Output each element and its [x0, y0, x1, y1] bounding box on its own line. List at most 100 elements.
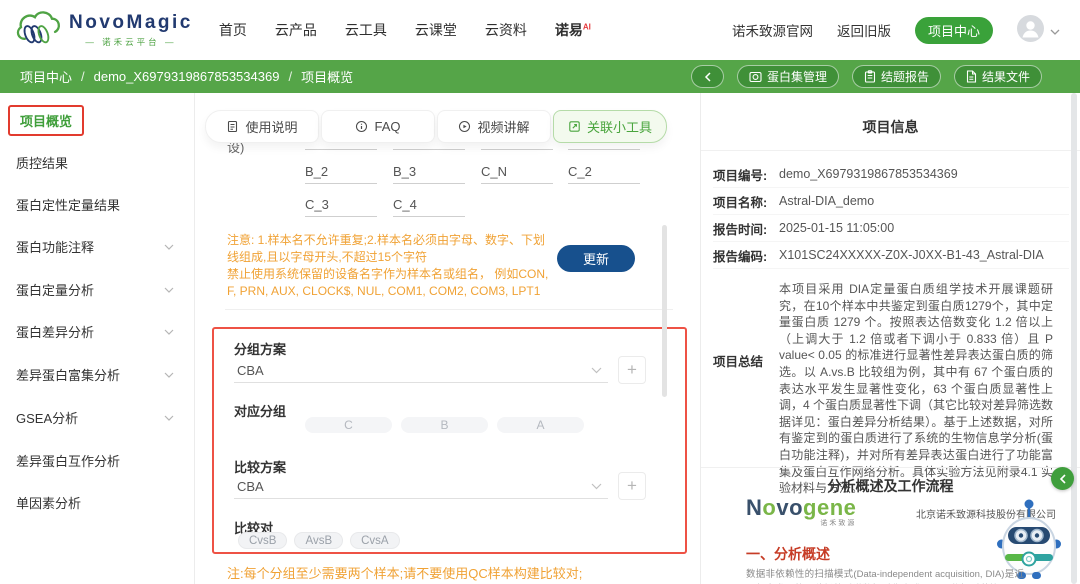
sidebar-item-project-overview[interactable]: 项目概览	[8, 105, 85, 136]
tab-video-tutorial[interactable]: 视频讲解	[437, 110, 551, 143]
sidebar-item-protein-diff-analysis[interactable]: 蛋白差异分析	[16, 322, 174, 341]
field-value: demo_X6979319867853534369	[779, 167, 958, 181]
breadcrumb-project-center[interactable]: 项目中心	[20, 67, 72, 86]
sample-name-input[interactable]: C_3	[305, 197, 377, 217]
final-report-button[interactable]: 结题报告	[851, 65, 941, 88]
tab-usage-guide[interactable]: 使用说明	[205, 110, 319, 143]
novogene-wordmark: Novogene	[746, 497, 856, 519]
divider	[701, 150, 1080, 151]
add-compare-scheme-button[interactable]: +	[618, 472, 646, 500]
field-label: 项目编号:	[713, 168, 768, 183]
project-info-title: 项目信息	[862, 119, 919, 135]
protein-set-manage-button[interactable]: 蛋白集管理	[736, 65, 839, 88]
sidebar-item-single-factor-analysis[interactable]: 单因素分析	[16, 493, 174, 512]
compare-scheme-select[interactable]: CBA	[234, 475, 608, 499]
brand-name: NovoMagic	[69, 12, 193, 33]
header-right: 诺禾致源官网 返回旧版 项目中心	[732, 15, 1080, 45]
group-scheme-label: 分组方案	[234, 342, 287, 357]
sidebar-item-label: 蛋白定性定量结果	[16, 198, 121, 213]
sample-name-input[interactable]: C_N	[481, 164, 553, 184]
tab-faq[interactable]: FAQ	[321, 110, 435, 143]
compare-pair-chip[interactable]: AvsB	[294, 532, 344, 549]
breadcrumb-separator: /	[288, 69, 293, 84]
nav-nuoyi-label: 诺易	[554, 22, 583, 38]
logo-text: NovoMagic — 诺禾云平台 —	[69, 12, 193, 48]
sidebar-item-protein-qual-quant[interactable]: 蛋白定性定量结果	[16, 195, 174, 214]
novomagic-app: NovoMagic — 诺禾云平台 — 首页 云产品 云工具 云课堂 云资料 诺…	[0, 0, 1080, 584]
chevron-down-icon	[591, 367, 602, 374]
avatar[interactable]	[1017, 15, 1044, 45]
breadcrumb-bar: 项目中心 / demo_X6979319867853534369 / 项目概览 …	[0, 60, 1080, 93]
add-group-scheme-button[interactable]: +	[618, 356, 646, 384]
logo-letter: N	[746, 495, 763, 520]
sidebar-item-protein-quant-analysis[interactable]: 蛋白定量分析	[16, 280, 174, 299]
nav-nuoyi-ai[interactable]: 诺易AI	[555, 20, 591, 40]
project-summary-label: 项目总结	[713, 355, 764, 369]
document-icon	[226, 120, 239, 133]
group-scheme-select[interactable]: CBA	[234, 359, 608, 383]
project-summary-text: 本项目采用 DIA定量蛋白质组学技术开展课题研究，在10个样本中共鉴定到蛋白质1…	[779, 282, 1054, 496]
protein-set-icon	[749, 71, 762, 83]
sidebar-item-qc-results[interactable]: 质控结果	[16, 153, 174, 172]
nav-cloud-resources[interactable]: 云资料	[485, 20, 527, 40]
novogene-chinese-name: 诺禾致源	[820, 520, 857, 527]
tab-related-tools[interactable]: 关联小工具	[553, 110, 667, 143]
project-info-panel: 项目信息 项目编号: demo_X6979319867853534369 项目名…	[700, 93, 1080, 584]
group-chips: C B A	[305, 417, 584, 433]
sample-name-input[interactable]: B_2	[305, 164, 377, 184]
sidebar-item-gsea-analysis[interactable]: GSEA分析	[16, 408, 174, 427]
nav-cloud-products[interactable]: 云产品	[275, 20, 317, 40]
sample-name-input[interactable]: C_4	[393, 197, 465, 217]
update-button[interactable]: 更新	[557, 245, 635, 272]
sidebar-item-label: 差异蛋白互作分析	[16, 454, 121, 469]
field-value: X101SC24XXXXX-Z0X-J0XX-B1-43_Astral-DIA	[779, 248, 1044, 262]
sidebar-item-label: 单因素分析	[16, 496, 82, 511]
nav-home[interactable]: 首页	[219, 20, 247, 40]
novogene-logo: Novogene 诺禾致源	[746, 497, 857, 528]
panel-collapse-button[interactable]	[1051, 467, 1074, 490]
project-id-row: 项目编号: demo_X6979319867853534369	[713, 161, 1069, 188]
logo-letter: gene	[803, 495, 857, 520]
official-site-link[interactable]: 诺禾致源官网	[732, 20, 813, 40]
sample-name-input[interactable]: B_3	[393, 164, 465, 184]
logo-letter: vo	[776, 495, 804, 520]
breadcrumb-project-id[interactable]: demo_X6979319867853534369	[94, 69, 280, 84]
sample-name-input[interactable]: C_2	[568, 164, 640, 184]
brand-tagline: — 诺禾云平台 —	[85, 37, 177, 47]
breadcrumb: 项目中心 / demo_X6979319867853534369 / 项目概览	[20, 67, 353, 86]
collapse-back-button[interactable]	[690, 65, 724, 88]
compare-pair-chip[interactable]: CvsB	[238, 532, 288, 549]
breadcrumb-separator: /	[81, 69, 85, 84]
chevron-down-icon	[591, 483, 602, 490]
compare-pair-chip[interactable]: CvsA	[350, 532, 400, 549]
nav-cloud-tools[interactable]: 云工具	[345, 20, 387, 40]
grouping-form-highlight-box: 分组方案 CBA + 对应分组 C B A 比较方案 CBA + 比较对 Cvs…	[212, 327, 687, 554]
novomagic-logo[interactable]: NovoMagic — 诺禾云平台 —	[14, 8, 193, 53]
info-circle-icon	[355, 120, 368, 133]
tab-label: 关联小工具	[586, 120, 652, 135]
analysis-overview-heading: 一、分析概述	[746, 546, 830, 562]
widget-link-icon	[568, 120, 581, 133]
field-value: Astral-DIA_demo	[779, 194, 875, 208]
nav-cloud-classroom[interactable]: 云课堂	[415, 20, 457, 40]
group-chip[interactable]: A	[497, 417, 584, 433]
sidebar-item-diff-protein-enrichment[interactable]: 差异蛋白富集分析	[16, 365, 174, 384]
user-menu[interactable]	[1017, 15, 1060, 45]
project-name-row: 项目名称: Astral-DIA_demo	[713, 188, 1069, 215]
group-chip[interactable]: B	[401, 417, 488, 433]
group-chip[interactable]: C	[305, 417, 392, 433]
sidebar-item-protein-function-annotation[interactable]: 蛋白功能注释	[16, 237, 174, 256]
page-scrollbar[interactable]	[1071, 93, 1077, 584]
back-to-old-version-link[interactable]: 返回旧版	[837, 20, 891, 40]
sidebar-item-diff-protein-ppi[interactable]: 差异蛋白互作分析	[16, 451, 174, 470]
project-center-button[interactable]: 项目中心	[914, 16, 993, 44]
result-files-button[interactable]: 结果文件	[953, 65, 1042, 88]
group-scheme-value: CBA	[237, 363, 264, 378]
main-scrollbar-thumb[interactable]	[662, 225, 667, 397]
report-icon	[864, 70, 876, 83]
chevron-down-icon	[164, 415, 174, 421]
sidebar-item-label: 蛋白功能注释	[16, 240, 95, 255]
chevron-down-icon	[164, 244, 174, 250]
report-time-row: 报告时间: 2025-01-15 11:05:00	[713, 215, 1069, 242]
notice-line-1: 注意: 1.样本名不允许重复;2.样本名必须由字母、数字、下划线组成,且以字母开…	[227, 233, 546, 265]
